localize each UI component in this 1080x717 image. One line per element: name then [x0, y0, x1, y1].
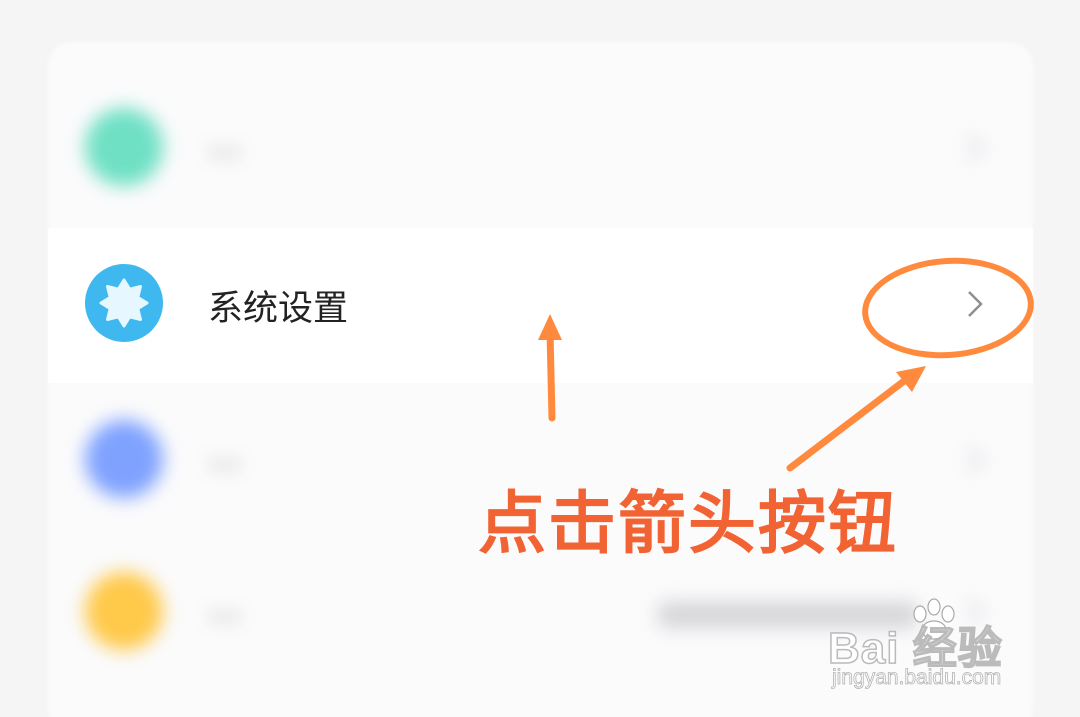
teal-circle-icon — [85, 108, 163, 186]
settings-row-system-label: 系统设置 — [208, 289, 349, 329]
blue-circle-icon — [85, 420, 163, 498]
settings-row-1[interactable]: ... — [48, 72, 1033, 227]
annotation-text: 点击箭头按钮 — [478, 485, 899, 564]
settings-row-1-label: ... — [208, 124, 242, 164]
settings-gear-icon — [85, 264, 163, 342]
settings-row-4-label: ... — [208, 588, 242, 628]
chevron-right-icon[interactable] — [957, 442, 993, 478]
watermark-url: jingyan.baidu.com — [832, 666, 1002, 690]
settings-row-3-label: ... — [208, 436, 242, 476]
chevron-right-icon[interactable] — [957, 130, 993, 166]
screen: ... 系统设置 ... ... 点击箭头按钮 Bai 经验 jingyan.b… — [0, 0, 1080, 717]
baidu-jingyan-watermark: Bai 经验 jingyan.baidu.com — [827, 598, 1060, 698]
yellow-circle-icon — [85, 572, 163, 650]
